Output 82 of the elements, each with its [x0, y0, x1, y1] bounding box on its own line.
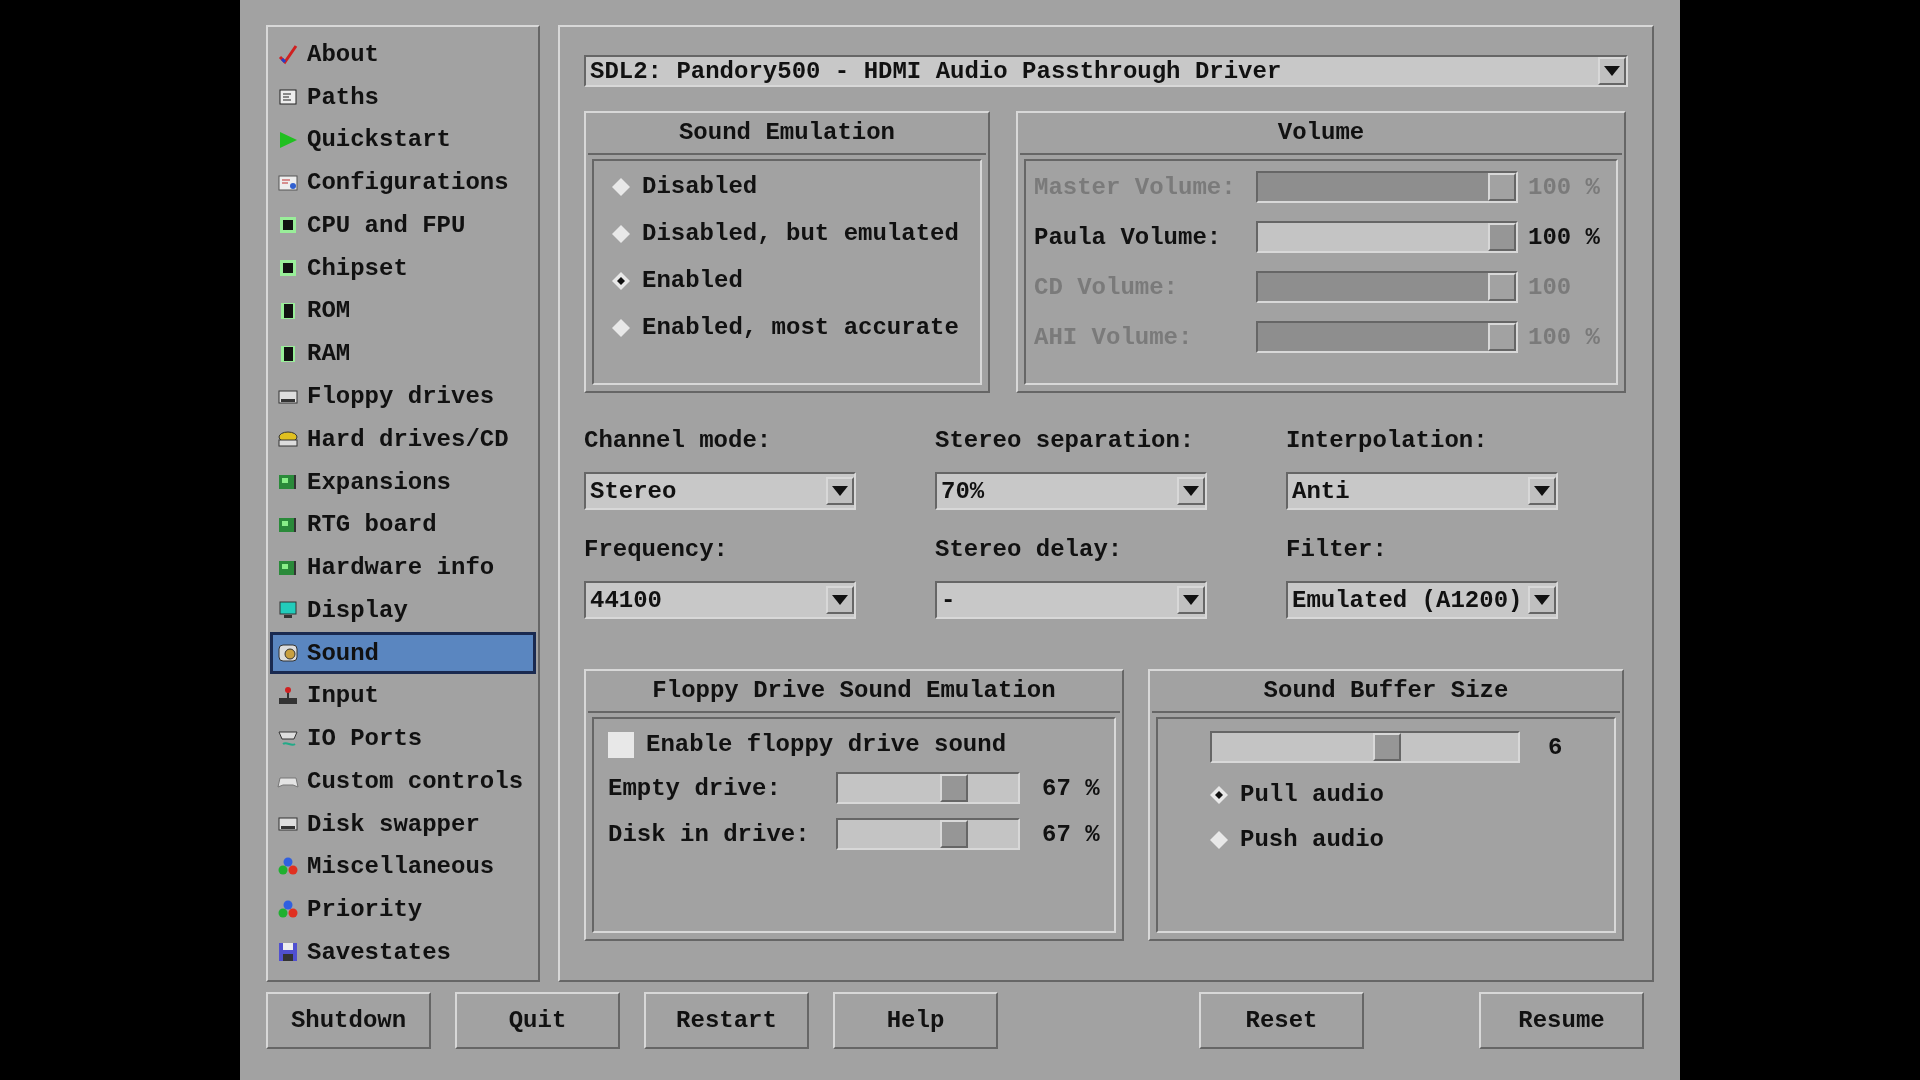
- sidebar-item[interactable]: Chipset: [270, 246, 536, 290]
- setting-label: Interpolation:: [1286, 427, 1489, 454]
- radio-diamond-icon[interactable]: [1210, 785, 1228, 804]
- radio-diamond-icon[interactable]: [612, 177, 630, 196]
- action-button[interactable]: Resume: [1479, 992, 1644, 1049]
- setting-label: Filter:: [1286, 536, 1388, 563]
- radio-label: Push audio: [1240, 826, 1385, 853]
- slider-thumb[interactable]: [1488, 223, 1516, 251]
- slider-label: Empty drive:: [608, 774, 782, 802]
- slider-reading: 67 %: [1042, 820, 1100, 848]
- sidebar-item[interactable]: Miscellaneous: [270, 845, 536, 889]
- sidebar-item[interactable]: CPU and FPU: [270, 204, 536, 247]
- sidebar-item[interactable]: Hardware info: [270, 546, 536, 589]
- slider-track[interactable]: [1210, 731, 1520, 763]
- group-title: Floppy Drive Sound Emulation: [588, 673, 1120, 713]
- slider-reading: 6: [1548, 733, 1563, 761]
- sidebar-item[interactable]: Display: [270, 588, 536, 632]
- slider-reading: 67 %: [1042, 774, 1100, 802]
- setting-label: Stereo delay:: [935, 536, 1124, 563]
- radio-option[interactable]: Push audio: [1210, 826, 1596, 853]
- sidebar-item[interactable]: Savestates: [270, 931, 536, 974]
- action-button[interactable]: Help: [833, 992, 998, 1049]
- checkmark-icon: [277, 43, 299, 66]
- setting-dropdown[interactable]: Emulated (A1200): [1286, 581, 1558, 619]
- setting-label: Stereo separation:: [935, 427, 1196, 454]
- sidebar-item[interactable]: IO Ports: [270, 717, 536, 760]
- setting-dropdown[interactable]: 70%: [935, 472, 1207, 510]
- radio-diamond-icon[interactable]: [612, 224, 630, 243]
- sidebar-item[interactable]: Custom controls: [270, 760, 536, 803]
- radio-label: Enabled: [642, 267, 743, 294]
- group-title: Volume: [1020, 115, 1622, 155]
- slider-track[interactable]: [836, 818, 1020, 850]
- sidebar-item[interactable]: ROM: [270, 289, 536, 333]
- setting-dropdown[interactable]: Anti: [1286, 472, 1558, 510]
- radio-label: Disabled: [642, 173, 758, 200]
- speaker-icon: [277, 642, 299, 665]
- action-button[interactable]: Shutdown: [266, 992, 431, 1049]
- group-title: Sound Emulation: [588, 115, 986, 155]
- sidebar-item[interactable]: Configurations: [270, 161, 536, 205]
- slider-thumb[interactable]: [1373, 733, 1402, 761]
- sidebar-item[interactable]: RAM: [270, 332, 536, 376]
- device-dropdown[interactable]: SDL2: Pandory500 - HDMI Audio Passthrough Driver: [584, 55, 1628, 87]
- sidebar-item[interactable]: RTG board: [270, 503, 536, 547]
- sidebar-item[interactable]: Input: [270, 674, 536, 718]
- sidebar-item[interactable]: Floppy drives: [270, 375, 536, 418]
- radio-diamond-icon[interactable]: [612, 271, 630, 290]
- slider-thumb[interactable]: [939, 820, 968, 848]
- checkbox-label: Enable floppy drive sound: [646, 731, 1007, 758]
- setting-dropdown[interactable]: Stereo: [584, 472, 856, 510]
- setting-label: Channel mode:: [584, 427, 773, 454]
- sidebar-item[interactable]: Expansions: [270, 460, 536, 504]
- slider-thumb[interactable]: [939, 774, 968, 802]
- volume-reading: 100 %: [1528, 223, 1600, 251]
- slider-thumb[interactable]: [1488, 173, 1516, 201]
- radio-option[interactable]: Pull audio: [1210, 781, 1596, 808]
- slider-track[interactable]: [1256, 221, 1518, 253]
- radio-diamond-icon[interactable]: [612, 318, 630, 337]
- sidebar-item[interactable]: Quickstart: [270, 118, 536, 162]
- radio-label: Pull audio: [1240, 781, 1385, 808]
- radio-option[interactable]: Enabled: [612, 267, 962, 294]
- setting-dropdown[interactable]: 44100: [584, 581, 856, 619]
- sidebar-item[interactable]: Disk swapper: [270, 802, 536, 846]
- joystick-icon: [277, 684, 299, 707]
- setting-dropdown[interactable]: -: [935, 581, 1207, 619]
- slider-thumb[interactable]: [1488, 273, 1516, 301]
- sidebar-item[interactable]: Hard drives/CD: [270, 417, 536, 461]
- sidebar-item[interactable]: Paths: [270, 75, 536, 119]
- action-button[interactable]: Quit: [455, 992, 620, 1049]
- volume-label: Paula Volume:: [1034, 223, 1223, 251]
- sidebar-item[interactable]: Sound: [270, 631, 536, 675]
- slider-label: Disk in drive:: [608, 820, 811, 848]
- group-title: Sound Buffer Size: [1152, 673, 1620, 713]
- radio-option[interactable]: Disabled: [612, 173, 962, 200]
- sidebar-item[interactable]: Priority: [270, 888, 536, 932]
- setting-label: Frequency:: [584, 536, 730, 563]
- action-button[interactable]: Restart: [644, 992, 809, 1049]
- slider-thumb[interactable]: [1488, 323, 1516, 351]
- action-button[interactable]: Reset: [1199, 992, 1364, 1049]
- sidebar-item[interactable]: About: [270, 33, 536, 76]
- radio-diamond-icon[interactable]: [1210, 830, 1228, 849]
- checkbox[interactable]: [608, 731, 634, 758]
- slider-track[interactable]: [836, 772, 1020, 804]
